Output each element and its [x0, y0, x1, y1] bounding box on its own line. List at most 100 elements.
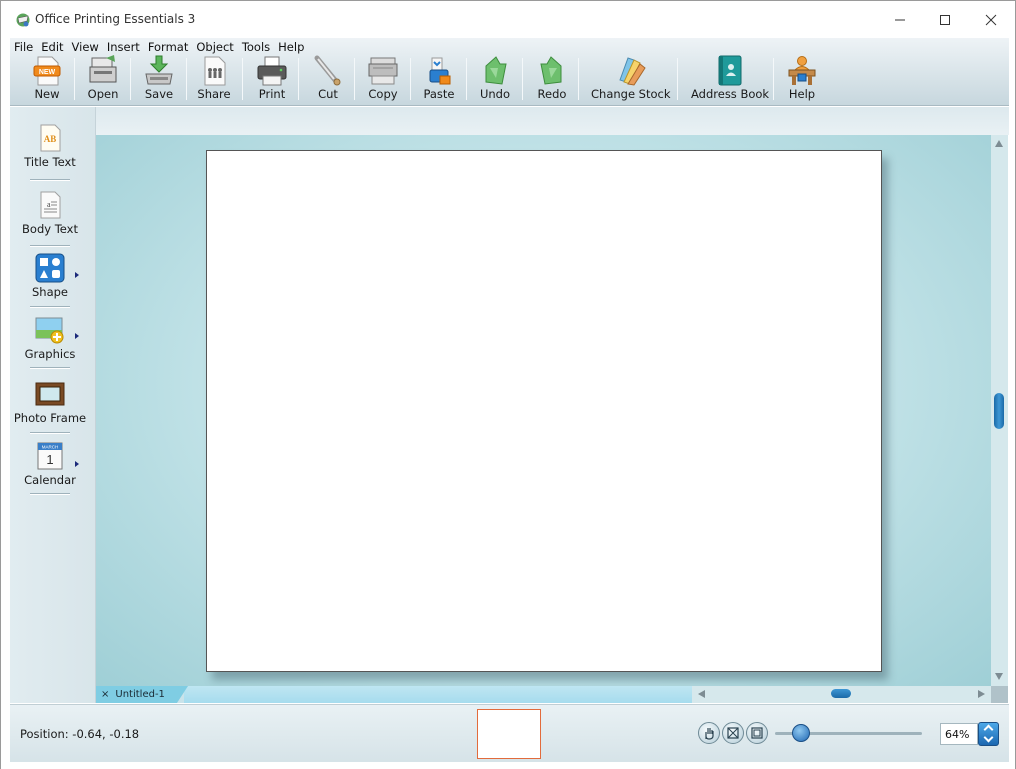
- scroll-corner: [991, 686, 1008, 703]
- change-stock-label: Change Stock: [591, 87, 671, 101]
- save-button[interactable]: Save: [142, 54, 176, 104]
- menu-edit[interactable]: Edit: [37, 39, 67, 55]
- shape-submenu-arrow-icon[interactable]: [75, 272, 79, 278]
- horizontal-scroll-thumb[interactable]: [831, 689, 851, 698]
- menu-help[interactable]: Help: [274, 39, 308, 55]
- help-button[interactable]: Help: [785, 54, 819, 104]
- svg-text:a: a: [47, 200, 51, 209]
- shape-label: Shape: [31, 285, 68, 299]
- undo-icon: [485, 56, 507, 85]
- new-button[interactable]: NEW New: [30, 54, 64, 104]
- minimize-icon: [895, 19, 905, 21]
- menu-format[interactable]: Format: [144, 39, 193, 55]
- scroll-right-icon[interactable]: [978, 690, 985, 698]
- fit-page-button[interactable]: [722, 722, 744, 744]
- paste-label: Paste: [423, 87, 455, 101]
- paste-button[interactable]: Paste: [422, 54, 456, 104]
- window-title: Office Printing Essentials 3: [35, 12, 196, 26]
- vertical-scroll-thumb[interactable]: [994, 393, 1004, 429]
- copy-button[interactable]: Copy: [366, 54, 400, 104]
- body-text-icon: a: [40, 191, 61, 219]
- share-button[interactable]: Share: [197, 54, 231, 104]
- cut-label: Cut: [318, 87, 338, 101]
- sub-toolbar-strip: [10, 107, 1009, 135]
- actual-size-button[interactable]: [746, 722, 768, 744]
- address-book-icon: [718, 55, 742, 86]
- new-document-icon: NEW: [33, 56, 61, 86]
- title-text-label: Title Text: [24, 155, 76, 169]
- copier-icon: [368, 57, 398, 85]
- menu-object[interactable]: Object: [192, 39, 237, 55]
- title-text-tool[interactable]: AB Title Text: [10, 123, 90, 169]
- calendar-submenu-arrow-icon[interactable]: [75, 461, 79, 467]
- cursor-position: Position: -0.64, -0.18: [20, 727, 140, 741]
- address-book-button[interactable]: Address Book: [691, 54, 769, 104]
- change-stock-button[interactable]: Change Stock: [591, 54, 671, 104]
- cut-button[interactable]: Cut: [311, 54, 345, 104]
- svg-text:AB: AB: [44, 134, 57, 144]
- photo-frame-icon: [35, 382, 65, 406]
- horizontal-scrollbar[interactable]: [692, 686, 991, 703]
- graphics-label: Graphics: [24, 347, 76, 361]
- menu-view[interactable]: View: [68, 39, 103, 55]
- redo-label: Redo: [537, 87, 567, 101]
- menu-bar: File Edit View Insert Format Object Tool…: [10, 39, 308, 55]
- copy-label: Copy: [368, 87, 398, 101]
- zoom-down-icon[interactable]: [983, 732, 994, 743]
- calendar-icon: MARCH 1: [37, 442, 63, 470]
- app-window: Office Printing Essentials 3 File Edit V…: [0, 0, 1016, 769]
- maximize-button[interactable]: [922, 5, 968, 35]
- tab-close-icon[interactable]: ×: [101, 689, 109, 700]
- body-text-tool[interactable]: a Body Text: [10, 190, 90, 236]
- redo-icon: [540, 56, 562, 85]
- paste-icon: [429, 57, 451, 85]
- paper-stock-icon: [619, 57, 646, 86]
- document-tab[interactable]: × Untitled-1: [96, 686, 188, 703]
- insert-panel: AB Title Text a Body Text Shape Graphics…: [10, 107, 96, 703]
- pan-hand-button[interactable]: [698, 722, 720, 744]
- title-bar: Office Printing Essentials 3: [1, 1, 1015, 38]
- printer-icon: [257, 56, 287, 86]
- save-icon: [145, 55, 173, 85]
- document-tab-strip: × Untitled-1: [96, 686, 991, 703]
- help-label: Help: [788, 87, 816, 101]
- save-label: Save: [144, 87, 174, 101]
- zoom-slider-knob[interactable]: [792, 724, 810, 742]
- redo-button[interactable]: Redo: [535, 54, 569, 104]
- svg-text:NEW: NEW: [39, 69, 56, 76]
- app-logo-icon: [16, 13, 30, 27]
- page-thumbnail[interactable]: [477, 709, 541, 759]
- open-folder-icon: [89, 55, 117, 83]
- svg-text:1: 1: [46, 452, 53, 467]
- zoom-spinner[interactable]: [978, 722, 999, 746]
- photo-frame-label: Photo Frame: [13, 411, 87, 425]
- scroll-up-icon[interactable]: [995, 140, 1003, 147]
- open-button[interactable]: Open: [86, 54, 120, 104]
- undo-label: Undo: [479, 87, 511, 101]
- maximize-icon: [940, 15, 950, 25]
- photo-frame-tool[interactable]: Photo Frame: [10, 379, 90, 425]
- scissors-icon: [314, 55, 341, 86]
- status-bar: Position: -0.64, -0.18 64%: [10, 704, 1009, 762]
- share-icon: [204, 56, 226, 86]
- scroll-left-icon[interactable]: [698, 690, 705, 698]
- scroll-down-icon[interactable]: [995, 673, 1003, 680]
- help-desk-icon: [788, 56, 816, 85]
- print-button[interactable]: Print: [255, 54, 289, 104]
- graphics-submenu-arrow-icon[interactable]: [75, 333, 79, 339]
- undo-button[interactable]: Undo: [478, 54, 512, 104]
- close-button[interactable]: [968, 5, 1014, 35]
- vertical-scrollbar[interactable]: [991, 135, 1008, 686]
- menu-tools[interactable]: Tools: [238, 39, 274, 55]
- design-canvas[interactable]: [96, 135, 991, 686]
- minimize-button[interactable]: [877, 5, 923, 35]
- document-tab-label: Untitled-1: [115, 689, 165, 700]
- svg-text:MARCH: MARCH: [42, 445, 59, 450]
- address-book-label: Address Book: [691, 87, 770, 101]
- menu-file[interactable]: File: [10, 39, 37, 55]
- paper-page[interactable]: [206, 150, 882, 672]
- menu-insert[interactable]: Insert: [103, 39, 144, 55]
- print-label: Print: [258, 87, 286, 101]
- body-text-label: Body Text: [22, 222, 78, 236]
- zoom-input[interactable]: 64%: [940, 723, 978, 745]
